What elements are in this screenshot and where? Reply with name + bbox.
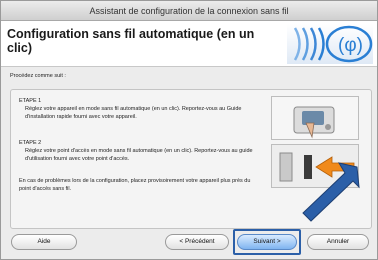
pointer-arrow-icon (302, 162, 360, 222)
intro-text: Procédez comme suit : (10, 73, 66, 79)
help-button[interactable]: Aide (11, 234, 77, 250)
wireless-logo-icon: (φ) (287, 24, 373, 64)
page-title: Configuration sans fil automatique (en u… (7, 27, 255, 55)
step-1-text: Réglez votre appareil en mode sans fil a… (25, 106, 242, 120)
step-1-title: ETAPE 1 (19, 98, 42, 104)
previous-button[interactable]: < Précédent (165, 234, 229, 250)
step-2-title: ETAPE 2 (19, 140, 42, 146)
wizard-header: Configuration sans fil automatique (en u… (1, 21, 377, 67)
help-text: En cas de problèmes lors de la configura… (19, 178, 251, 192)
step-2-text: Réglez votre point d'accès en mode sans … (25, 148, 253, 162)
svg-text:(φ): (φ) (338, 35, 363, 56)
wizard-window: Assistant de configuration de la connexi… (0, 0, 378, 260)
device-button-icon (272, 97, 358, 139)
step-1-illustration (271, 96, 359, 140)
window-title: Assistant de configuration de la connexi… (1, 1, 377, 21)
cancel-button[interactable]: Annuler (307, 234, 369, 250)
next-button[interactable]: Suivant > (237, 234, 297, 250)
